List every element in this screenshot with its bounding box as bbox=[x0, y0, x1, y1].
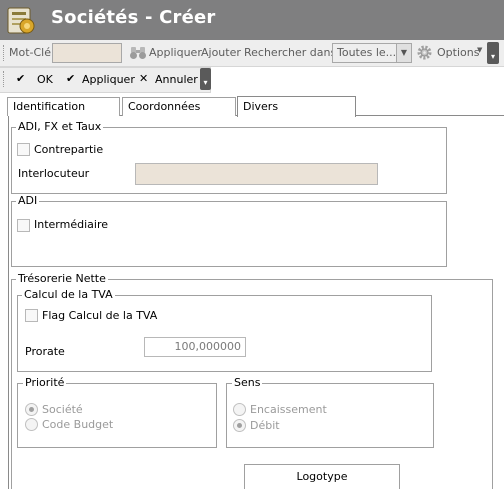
options-chevron-icon[interactable]: ▼ bbox=[477, 46, 482, 54]
check-apply-icon: ✔ bbox=[66, 72, 76, 85]
cancel-button[interactable]: Annuler bbox=[155, 73, 198, 86]
priority-option-societe: Société bbox=[42, 403, 83, 416]
tab-coordonnees[interactable]: Coordonnées bbox=[122, 97, 236, 116]
add-button[interactable]: Ajouter bbox=[201, 46, 241, 59]
adi-fx-legend: ADI, FX et Taux bbox=[16, 120, 104, 133]
direction-radio-debit[interactable] bbox=[233, 419, 246, 432]
keyword-label: Mot-Clé bbox=[9, 46, 52, 59]
search-in-value: Toutes le... bbox=[337, 46, 397, 59]
adi-legend: ADI bbox=[16, 194, 40, 207]
vat-group bbox=[17, 295, 432, 372]
search-in-select[interactable]: Toutes le... ▼ bbox=[332, 43, 412, 63]
prorate-field[interactable]: 100,000000 bbox=[144, 337, 246, 357]
chevron-down-icon[interactable]: ▼ bbox=[396, 44, 411, 62]
apply-button[interactable]: Appliquer bbox=[82, 73, 135, 86]
vat-legend: Calcul de la TVA bbox=[22, 288, 115, 301]
gear-icon[interactable] bbox=[417, 45, 432, 60]
options-button[interactable]: Options bbox=[437, 46, 479, 59]
vat-flag-checkbox[interactable] bbox=[25, 309, 38, 322]
prorate-label: Prorate bbox=[25, 345, 65, 358]
priority-radio-societe[interactable] bbox=[25, 403, 38, 416]
tab-divers[interactable]: Divers bbox=[237, 96, 356, 117]
toolbar-overflow-button[interactable]: ▾ bbox=[487, 42, 499, 64]
intermediary-checkbox[interactable] bbox=[17, 219, 30, 232]
keyword-input[interactable] bbox=[52, 43, 122, 63]
direction-radio-encaissement[interactable] bbox=[233, 403, 246, 416]
apply-search-button[interactable]: Appliquer bbox=[149, 46, 202, 59]
toolbar2-overflow-button[interactable]: ▾ bbox=[200, 68, 211, 90]
toolbar2-grip[interactable] bbox=[3, 71, 7, 87]
treasury-legend: Trésorerie Nette bbox=[16, 272, 108, 285]
window-title: Sociétés - Créer bbox=[51, 7, 216, 28]
binoculars-icon[interactable] bbox=[129, 45, 147, 60]
close-icon: ✕ bbox=[139, 72, 149, 85]
toolbar-grip[interactable] bbox=[3, 45, 7, 61]
tab-divers-label: Divers bbox=[243, 100, 279, 113]
radio-selected-dot bbox=[237, 423, 242, 428]
tab-identification-label: Identification bbox=[13, 100, 86, 113]
contact-field[interactable] bbox=[135, 163, 378, 185]
counterpart-label: Contrepartie bbox=[34, 143, 104, 156]
priority-legend: Priorité bbox=[23, 376, 67, 389]
direction-legend: Sens bbox=[232, 376, 263, 389]
search-in-label: Rechercher dans bbox=[244, 46, 337, 59]
logo-button-label: Logotype bbox=[296, 470, 348, 483]
priority-radio-code-budget[interactable] bbox=[25, 418, 38, 431]
intermediary-label: Intermédiaire bbox=[34, 218, 108, 231]
check-icon: ✔ bbox=[16, 72, 26, 85]
radio-selected-dot bbox=[29, 407, 34, 412]
counterpart-checkbox[interactable] bbox=[17, 143, 30, 156]
logo-button[interactable]: Logotype bbox=[244, 464, 400, 489]
tab-coordonnees-label: Coordonnées bbox=[128, 100, 201, 113]
adi-group bbox=[11, 201, 447, 267]
priority-option-code-budget: Code Budget bbox=[42, 418, 114, 431]
ok-button[interactable]: OK bbox=[37, 73, 53, 86]
vat-flag-label: Flag Calcul de la TVA bbox=[42, 309, 158, 322]
direction-option-encaissement: Encaissement bbox=[250, 403, 327, 416]
contact-label: Interlocuteur bbox=[18, 167, 90, 180]
direction-option-debit: Débit bbox=[250, 419, 280, 432]
app-icon bbox=[6, 5, 36, 35]
tab-identification[interactable]: Identification bbox=[7, 97, 120, 116]
